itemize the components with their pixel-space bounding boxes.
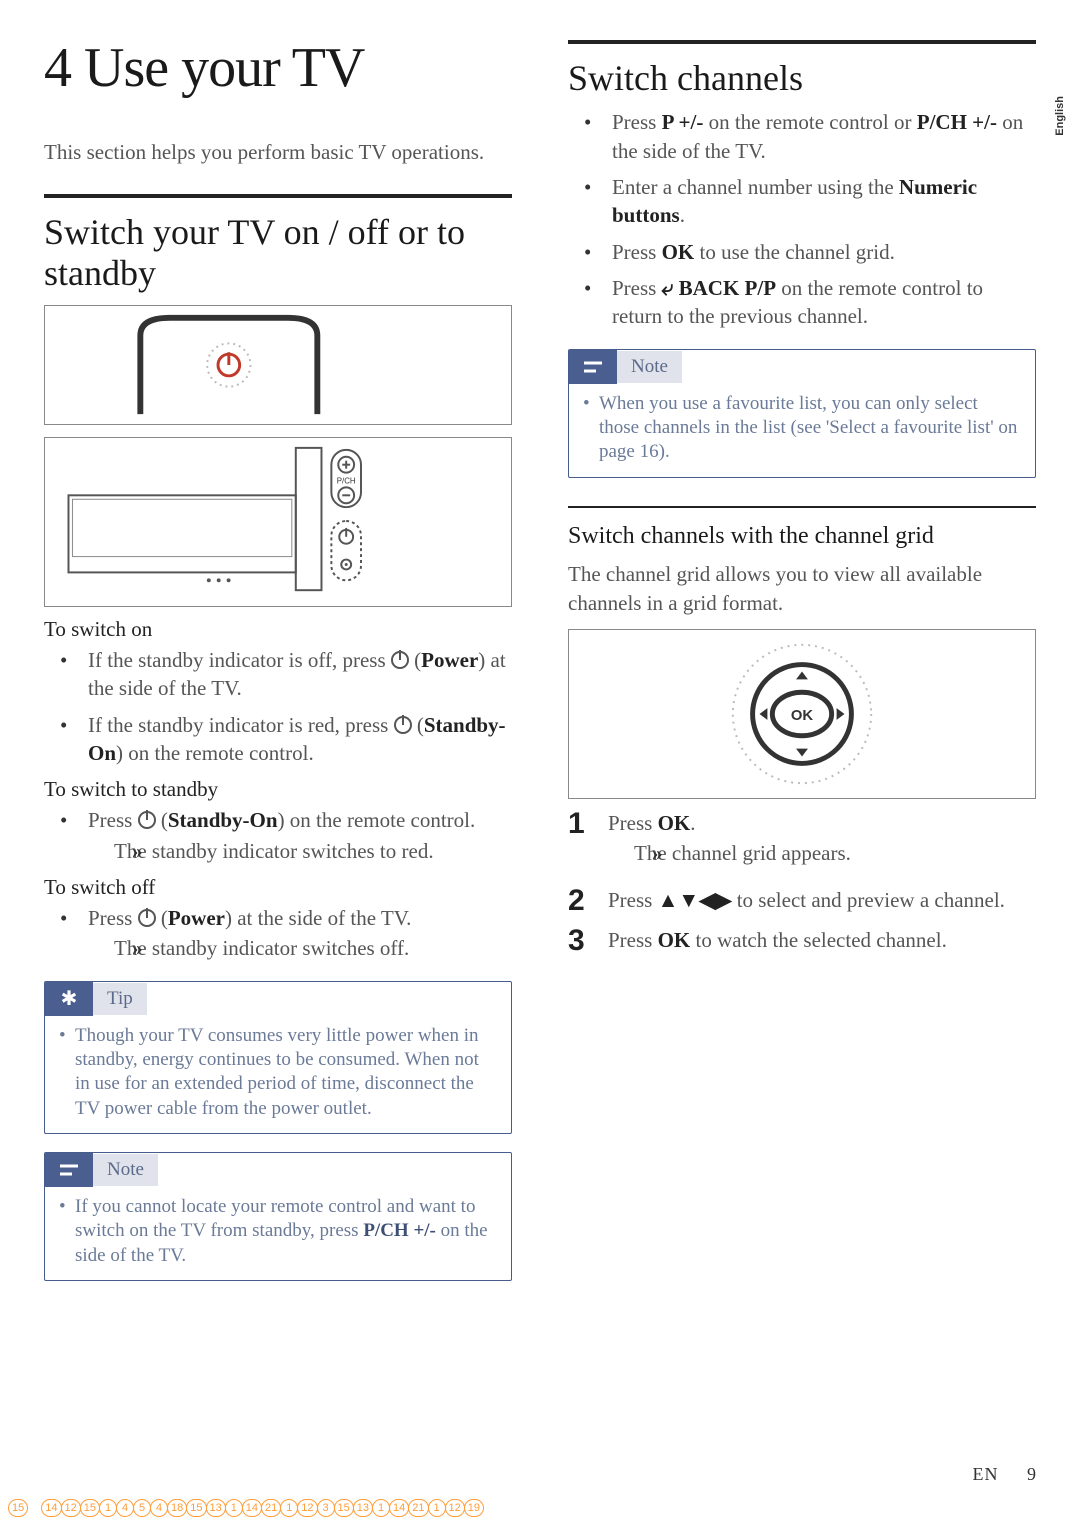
text: If the standby indicator is red, press — [88, 713, 394, 737]
figure-tv-side: P/CH — [44, 437, 512, 607]
text: If the standby indicator is off, press — [88, 648, 391, 672]
text: to use the channel grid. — [694, 240, 895, 264]
section-switch-onoff: Switch your TV on / off or to standby — [44, 194, 512, 293]
text-strong: Power — [421, 648, 478, 672]
text: on the remote control or — [703, 110, 916, 134]
power-icon — [394, 716, 412, 734]
power-icon — [138, 909, 156, 927]
note-icon — [569, 350, 617, 384]
text: . — [690, 811, 695, 835]
text: Press — [612, 110, 662, 134]
page-footer: EN 9 — [973, 1464, 1037, 1485]
text: ) at the side of the TV. — [225, 906, 411, 930]
text-strong: Power — [168, 906, 225, 930]
bottom-marker-chain: 1514121514541815131142111231513114211121… — [8, 1498, 483, 1517]
text: Press — [608, 888, 658, 912]
right-column: Switch channels Press P +/- on the remot… — [568, 40, 1036, 1295]
text-strong: OK — [658, 811, 691, 835]
text: ) on the remote control. — [278, 808, 476, 832]
text: The channel grid appears. — [634, 841, 851, 865]
text: ) on the remote control. — [116, 741, 314, 765]
note-body: When you use a favourite list, you can o… — [583, 392, 1021, 465]
note-body: If you cannot locate your remote control… — [59, 1195, 497, 1268]
text: The standby indicator switches to red. — [114, 839, 434, 863]
result-line: The standby indicator switches to red. — [88, 837, 512, 865]
result-line: The standby indicator switches off. — [88, 934, 512, 962]
intro-text: This section helps you perform basic TV … — [44, 138, 512, 166]
text: The standby indicator switches off. — [114, 936, 409, 960]
text: to watch the selected channel. — [690, 928, 947, 952]
chapter-title: 4 Use your TV — [44, 40, 512, 96]
note-icon — [45, 1153, 93, 1187]
list-item: Enter a channel number using the Numeric… — [568, 173, 1036, 230]
tip-body: Though your TV consumes very little powe… — [59, 1024, 497, 1121]
sub-intro: The channel grid allows you to view all … — [568, 560, 1036, 617]
step-number: 1 — [568, 809, 608, 839]
note-callout-right: Note When you use a favourite list, you … — [568, 349, 1036, 478]
list-item: Press P +/- on the remote control or P/C… — [568, 108, 1036, 165]
tip-label: Tip — [93, 983, 147, 1015]
result-line: The channel grid appears. — [608, 839, 851, 867]
list-item: Press OK to use the channel grid. — [568, 238, 1036, 266]
power-icon — [138, 811, 156, 829]
step-number: 2 — [568, 886, 608, 916]
switch-channels-list: Press P +/- on the remote control or P/C… — [568, 108, 1036, 330]
footer-page: 9 — [1027, 1464, 1036, 1484]
subsection-channel-grid: Switch channels with the channel grid — [568, 506, 1036, 551]
text-strong: ⤶ BACK P/P — [662, 276, 776, 300]
section-switch-channels: Switch channels — [568, 40, 1036, 98]
text: to select and preview a channel. — [731, 888, 1004, 912]
list-item: Press (Standby-On) on the remote control… — [44, 806, 512, 865]
list-item: If the standby indicator is off, press (… — [44, 646, 512, 703]
text-strong: Standby-On — [168, 808, 278, 832]
figure-remote-power — [44, 305, 512, 425]
text: Press — [608, 928, 658, 952]
text: Press — [608, 811, 658, 835]
step-1: 1 Press OK. The channel grid appears. — [568, 809, 1036, 876]
text-strong: OK — [662, 240, 695, 264]
list-item: Press (Power) at the side of the TV. The… — [44, 904, 512, 963]
note-label: Note — [93, 1154, 158, 1186]
text: Press — [612, 276, 662, 300]
note-callout-left: Note If you cannot locate your remote co… — [44, 1152, 512, 1281]
text: Enter a channel number using the — [612, 175, 899, 199]
text: Press — [88, 906, 138, 930]
switch-standby-list: Press (Standby-On) on the remote control… — [44, 806, 512, 865]
switch-off-list: Press (Power) at the side of the TV. The… — [44, 904, 512, 963]
step-2: 2 Press ▲▼◀▶ to select and preview a cha… — [568, 886, 1036, 916]
svg-text:P/CH: P/CH — [337, 476, 356, 485]
step-number: 3 — [568, 926, 608, 956]
text: . — [680, 203, 685, 227]
text: Press — [88, 808, 138, 832]
text-strong: P/CH +/- — [917, 110, 997, 134]
footer-lang: EN — [973, 1464, 999, 1484]
tip-icon: ✱ — [45, 982, 93, 1016]
text-strong: OK — [658, 928, 691, 952]
svg-text:OK: OK — [791, 708, 814, 724]
note-label: Note — [617, 351, 682, 383]
list-item: If the standby indicator is red, press (… — [44, 711, 512, 768]
text-strong: P +/- — [662, 110, 704, 134]
text: Press — [612, 240, 662, 264]
switch-off-head: To switch off — [44, 875, 512, 900]
left-column: 4 Use your TV This section helps you per… — [44, 40, 512, 1295]
switch-standby-head: To switch to standby — [44, 777, 512, 802]
switch-on-list: If the standby indicator is off, press (… — [44, 646, 512, 767]
text-strong: ▲▼◀▶ — [658, 888, 732, 912]
switch-on-head: To switch on — [44, 617, 512, 642]
text-strong: P/CH +/- — [363, 1220, 436, 1241]
step-3: 3 Press OK to watch the selected channel… — [568, 926, 1036, 956]
list-item: Press ⤶ BACK P/P on the remote control t… — [568, 274, 1036, 331]
language-tab: English — [1054, 96, 1066, 136]
tip-callout: ✱ Tip Though your TV consumes very littl… — [44, 981, 512, 1134]
power-icon — [391, 651, 409, 669]
figure-remote-dpad: OK — [568, 629, 1036, 799]
